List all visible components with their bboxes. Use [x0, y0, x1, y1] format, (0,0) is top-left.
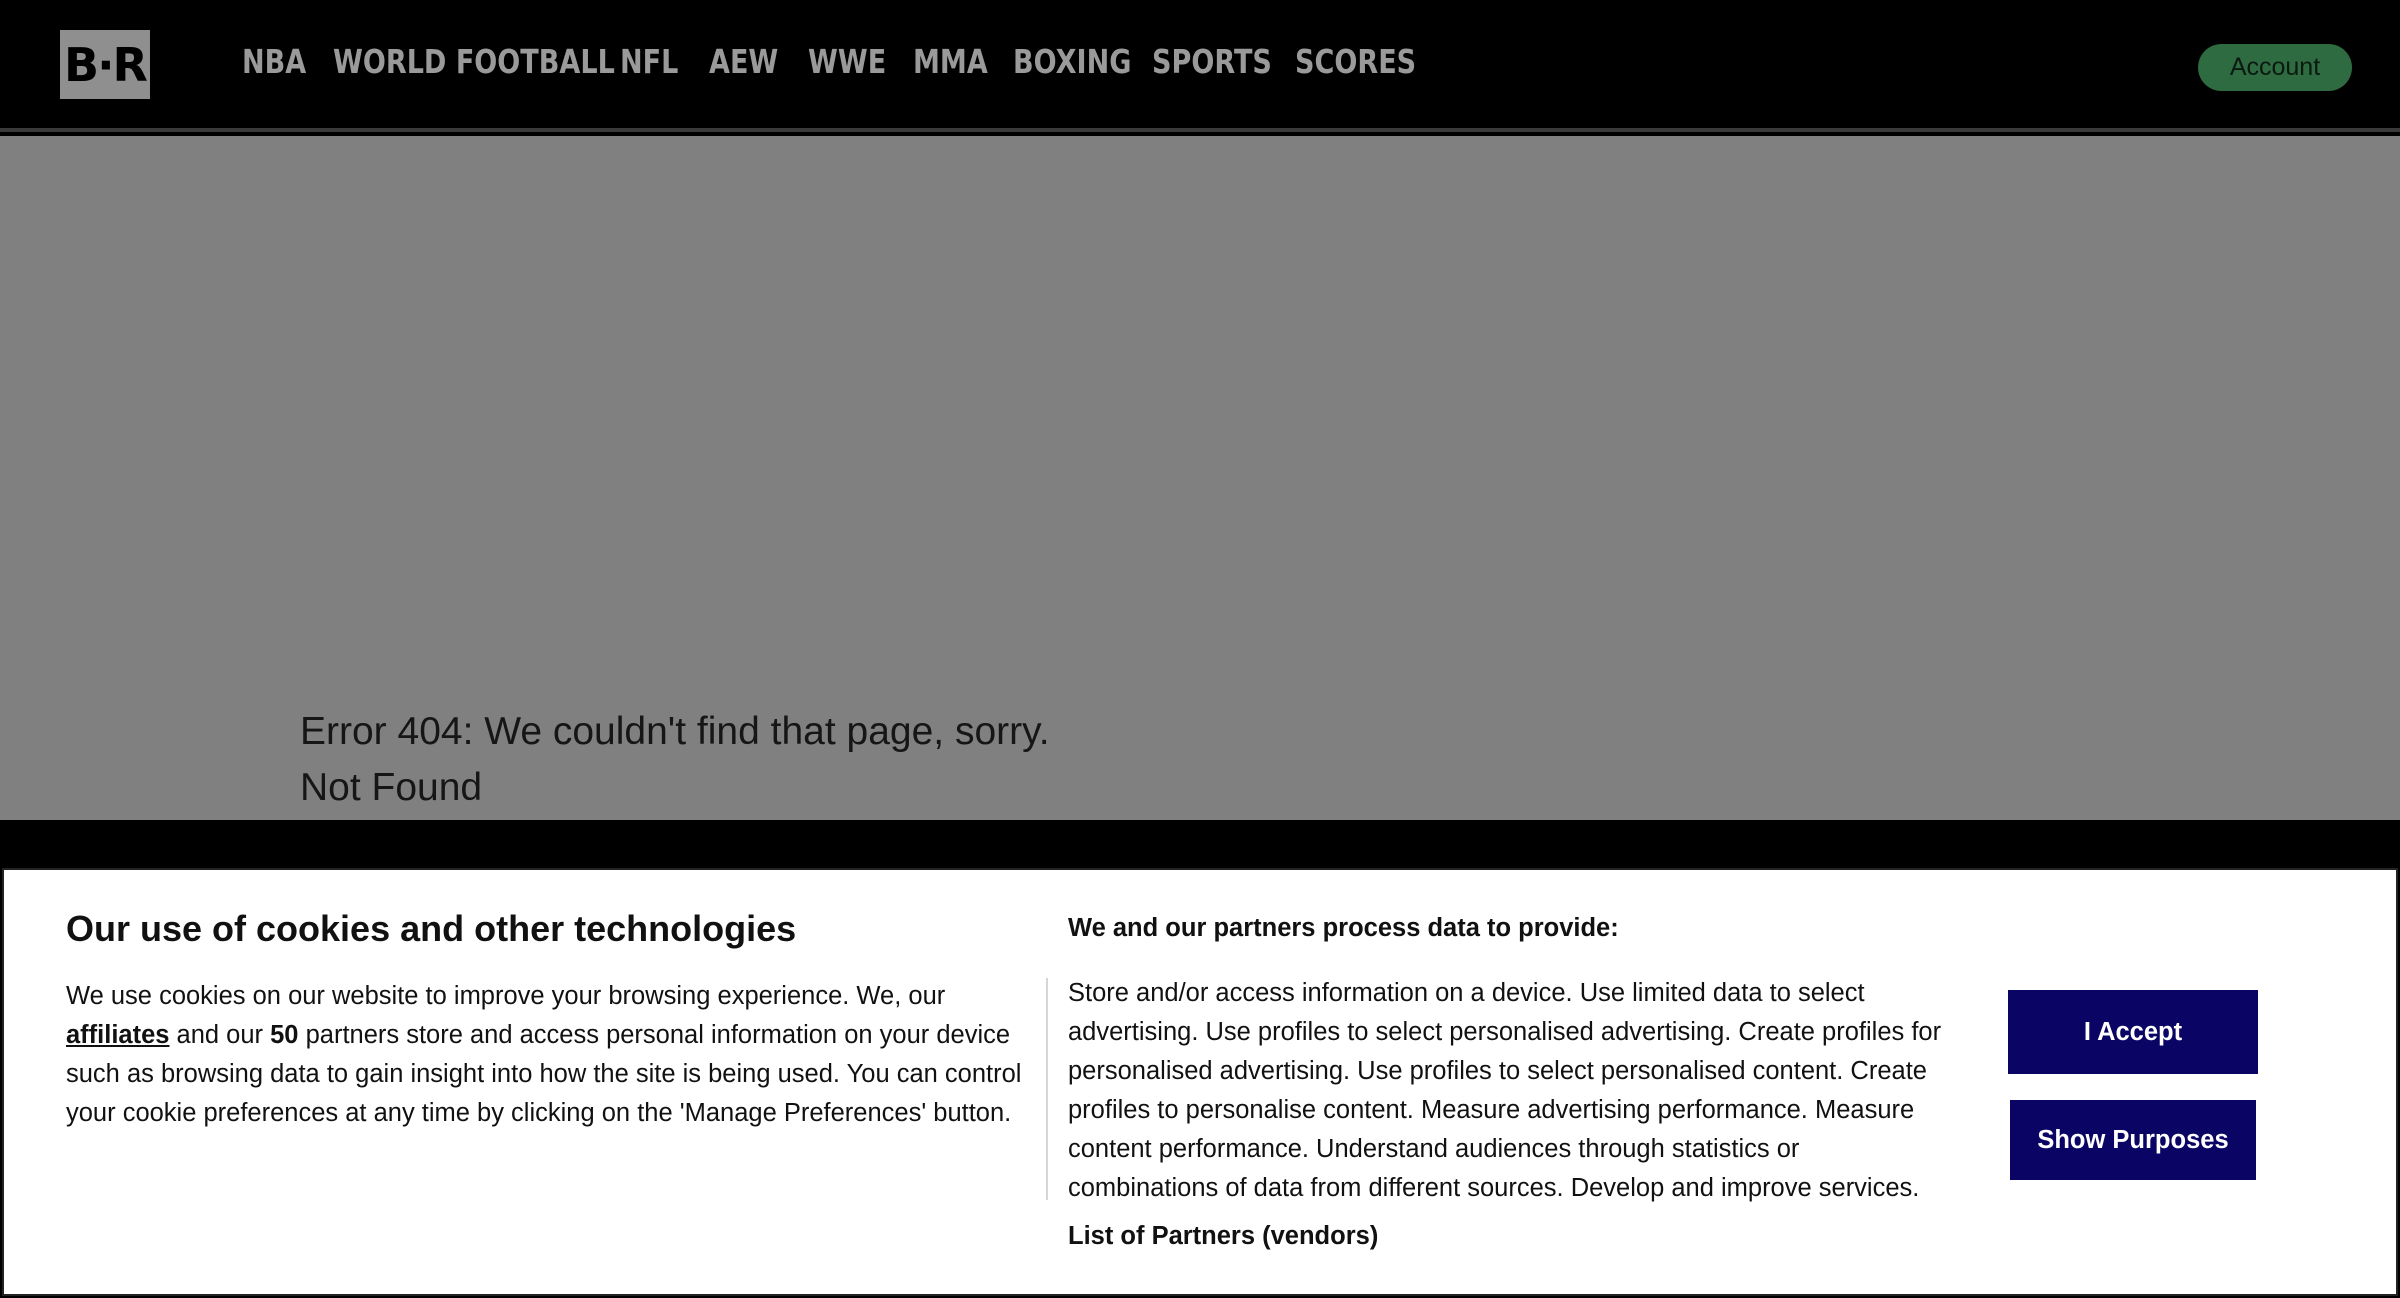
account-button[interactable]: Account [2198, 44, 2352, 91]
cookie-banner-title: Our use of cookies and other technologie… [66, 908, 797, 949]
br-logo[interactable]: B·R [60, 30, 150, 99]
accept-button[interactable]: I Accept [2008, 990, 2258, 1074]
cookie-text-part1: We use cookies on our website to improve… [66, 982, 946, 1010]
show-purposes-button[interactable]: Show Purposes [2010, 1100, 2256, 1180]
error-status: Not Found [300, 766, 483, 809]
top-header: B·R NBA WORLD FOOTBALL NFL AEW WWE MMA B… [0, 0, 2400, 132]
purposes-title: We and our partners process data to prov… [1068, 914, 1619, 942]
nav-item-wwe[interactable]: WWE [808, 38, 886, 86]
nav-item-mma[interactable]: MMA [913, 38, 988, 86]
cookie-text-part2: and our [169, 1021, 271, 1049]
nav-item-boxing[interactable]: BOXING [1013, 38, 1131, 86]
cookie-banner-text: We use cookies on our website to improve… [66, 977, 1036, 1133]
nav-item-world-football[interactable]: WORLD FOOTBALL [333, 38, 615, 86]
nav-item-aew[interactable]: AEW [709, 38, 778, 86]
affiliates-link[interactable]: affiliates [66, 1021, 169, 1049]
nav-item-sports[interactable]: SPORTS [1152, 38, 1272, 86]
nav-item-nfl[interactable]: NFL [620, 38, 678, 86]
partners-list-link[interactable]: List of Partners (vendors) [1068, 1222, 1378, 1251]
error-message: Error 404: We couldn't find that page, s… [300, 710, 1050, 753]
purposes-text: Store and/or access information on a dev… [1068, 979, 1942, 1202]
partner-count: 50 [270, 1021, 299, 1049]
banner-divider [1046, 978, 1048, 1200]
main-content: Error 404: We couldn't find that page, s… [0, 136, 2400, 820]
nav-item-scores[interactable]: SCORES [1295, 38, 1416, 86]
cookie-banner: Our use of cookies and other technologie… [2, 868, 2398, 1296]
main-nav: NBA WORLD FOOTBALL NFL AEW WWE MMA BOXIN… [242, 38, 1416, 86]
nav-item-nba[interactable]: NBA [242, 38, 306, 86]
